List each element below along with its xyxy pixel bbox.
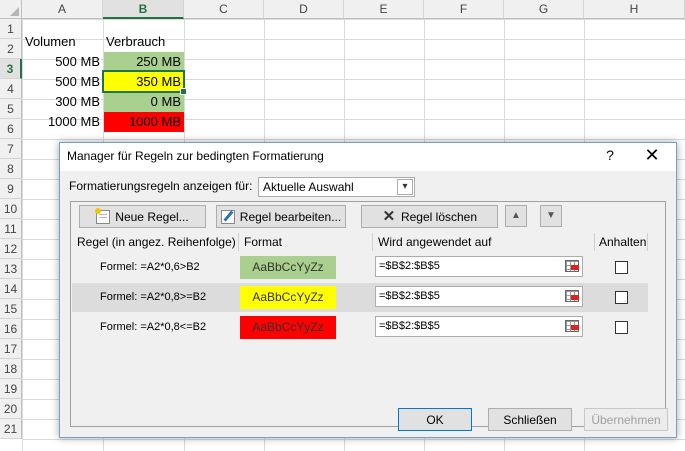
cell-b5[interactable]: 1000 MB xyxy=(104,112,184,132)
column-header-h[interactable]: H xyxy=(584,0,685,19)
show-rules-value: Aktuelle Auswahl xyxy=(263,180,354,194)
edit-rule-button[interactable]: Regel bearbeiten... xyxy=(216,205,346,228)
header-stop-if-true: Anhalten xyxy=(599,235,647,249)
row-header-21[interactable]: 21 xyxy=(0,419,22,439)
stop-if-true-checkbox[interactable] xyxy=(615,321,628,334)
row-header-3[interactable]: 3 xyxy=(0,59,22,79)
row-header-2[interactable]: 2 xyxy=(0,39,22,59)
header-separator xyxy=(238,233,239,251)
row-header-14[interactable]: 14 xyxy=(0,279,22,299)
cell-b2[interactable]: 250 MB xyxy=(104,52,184,72)
conditional-formatting-manager-dialog: Manager für Regeln zur bedingten Formati… xyxy=(59,142,677,438)
cell-b4[interactable]: 0 MB xyxy=(104,92,184,112)
applies-to-input[interactable]: =$B$2:$B$5 xyxy=(375,256,583,277)
row-header-10[interactable]: 10 xyxy=(0,199,22,219)
dialog-title: Manager für Regeln zur bedingten Formati… xyxy=(67,149,324,163)
row-header-5[interactable]: 5 xyxy=(0,99,22,119)
row-header-4[interactable]: 4 xyxy=(0,79,22,99)
close-icon[interactable]: ✕ xyxy=(642,145,662,166)
column-header-d[interactable]: D xyxy=(264,0,344,19)
row-header-18[interactable]: 18 xyxy=(0,359,22,379)
column-header-g[interactable]: G xyxy=(504,0,584,19)
apply-button[interactable]: Übernehmen xyxy=(584,408,668,431)
row-header-16[interactable]: 16 xyxy=(0,319,22,339)
arrow-down-icon: ▼ xyxy=(546,210,556,221)
column-header-e[interactable]: E xyxy=(344,0,424,19)
row-header-20[interactable]: 20 xyxy=(0,399,22,419)
column-header-c[interactable]: C xyxy=(184,0,264,19)
column-header-f[interactable]: F xyxy=(424,0,504,19)
help-icon[interactable]: ? xyxy=(600,147,620,163)
edit-rule-icon xyxy=(220,209,235,224)
range-select-icon[interactable] xyxy=(563,287,582,306)
row-header-9[interactable]: 9 xyxy=(0,179,22,199)
rule-formula: Formel: =A2*0,6>B2 xyxy=(100,261,200,273)
format-preview: AaBbCcYyZz xyxy=(240,316,336,339)
row-header-11[interactable]: 11 xyxy=(0,219,22,239)
delete-rule-label: Regel löschen xyxy=(400,209,478,224)
dialog-titlebar[interactable]: Manager für Regeln zur bedingten Formati… xyxy=(60,143,676,171)
cell-a5[interactable]: 1000 MB xyxy=(22,112,103,132)
header-separator xyxy=(594,233,595,251)
new-rule-icon xyxy=(95,207,111,224)
stop-if-true-checkbox[interactable] xyxy=(615,261,628,274)
cell-a2[interactable]: 500 MB xyxy=(22,52,103,72)
cell-b1[interactable]: Verbrauch xyxy=(103,32,184,52)
arrow-up-icon: ▲ xyxy=(511,210,521,221)
rule-row-selected[interactable]: Formel: =A2*0,8>=B2 AaBbCcYyZz =$B$2:$B$… xyxy=(72,283,648,312)
rule-row[interactable]: Formel: =A2*0,6>B2 AaBbCcYyZz =$B$2:$B$5 xyxy=(72,253,648,282)
show-rules-label: Formatierungsregeln anzeigen für: xyxy=(69,179,253,193)
new-rule-label: Neue Regel... xyxy=(115,209,189,224)
header-separator xyxy=(647,233,648,251)
header-separator xyxy=(372,233,373,251)
row-header-8[interactable]: 8 xyxy=(0,159,22,179)
applies-to-input[interactable]: =$B$2:$B$5 xyxy=(375,286,583,307)
row-header-17[interactable]: 17 xyxy=(0,339,22,359)
row-header-6[interactable]: 6 xyxy=(0,119,22,139)
row-header-12[interactable]: 12 xyxy=(0,239,22,259)
cell-a4[interactable]: 300 MB xyxy=(22,92,103,112)
show-rules-dropdown[interactable]: Aktuelle Auswahl ▾ xyxy=(258,177,415,197)
header-format: Format xyxy=(244,235,283,249)
row-header-1[interactable]: 1 xyxy=(0,19,22,39)
row-header-15[interactable]: 15 xyxy=(0,299,22,319)
stop-if-true-checkbox[interactable] xyxy=(615,291,628,304)
range-select-icon[interactable] xyxy=(563,317,582,336)
format-preview: AaBbCcYyZz xyxy=(240,256,336,279)
row-header-13[interactable]: 13 xyxy=(0,259,22,279)
applies-to-input[interactable]: =$B$2:$B$5 xyxy=(375,316,583,337)
column-header-b[interactable]: B xyxy=(103,0,184,19)
rule-row[interactable]: Formel: =A2*0,8<=B2 AaBbCcYyZz =$B$2:$B$… xyxy=(72,313,648,342)
ok-button[interactable]: OK xyxy=(398,408,472,431)
cell-b3[interactable]: 350 MB xyxy=(104,72,184,92)
rule-formula: Formel: =A2*0,8<=B2 xyxy=(100,321,207,333)
rule-formula: Formel: =A2*0,8>=B2 xyxy=(100,291,207,303)
close-button[interactable]: Schließen xyxy=(488,408,572,431)
header-applies-to: Wird angewendet auf xyxy=(378,235,492,249)
header-rule: Regel (in angez. Reihenfolge) xyxy=(77,235,236,249)
row-header-19[interactable]: 19 xyxy=(0,379,22,399)
delete-rule-button[interactable]: ✕ Regel löschen xyxy=(361,205,498,228)
move-up-button[interactable]: ▲ xyxy=(505,205,527,227)
move-down-button[interactable]: ▼ xyxy=(540,205,562,227)
format-preview: AaBbCcYyZz xyxy=(240,286,336,309)
delete-x-icon: ✕ xyxy=(382,207,396,225)
cell-a3[interactable]: 500 MB xyxy=(22,72,103,92)
select-all-corner[interactable] xyxy=(0,0,22,19)
chevron-down-icon[interactable]: ▾ xyxy=(397,179,413,195)
column-header-a[interactable]: A xyxy=(22,0,103,19)
cell-a1[interactable]: Volumen xyxy=(22,32,103,52)
row-header-7[interactable]: 7 xyxy=(0,139,22,159)
edit-rule-label: Regel bearbeiten... xyxy=(239,209,342,224)
new-rule-button[interactable]: Neue Regel... xyxy=(79,205,206,228)
range-select-icon[interactable] xyxy=(563,257,582,276)
